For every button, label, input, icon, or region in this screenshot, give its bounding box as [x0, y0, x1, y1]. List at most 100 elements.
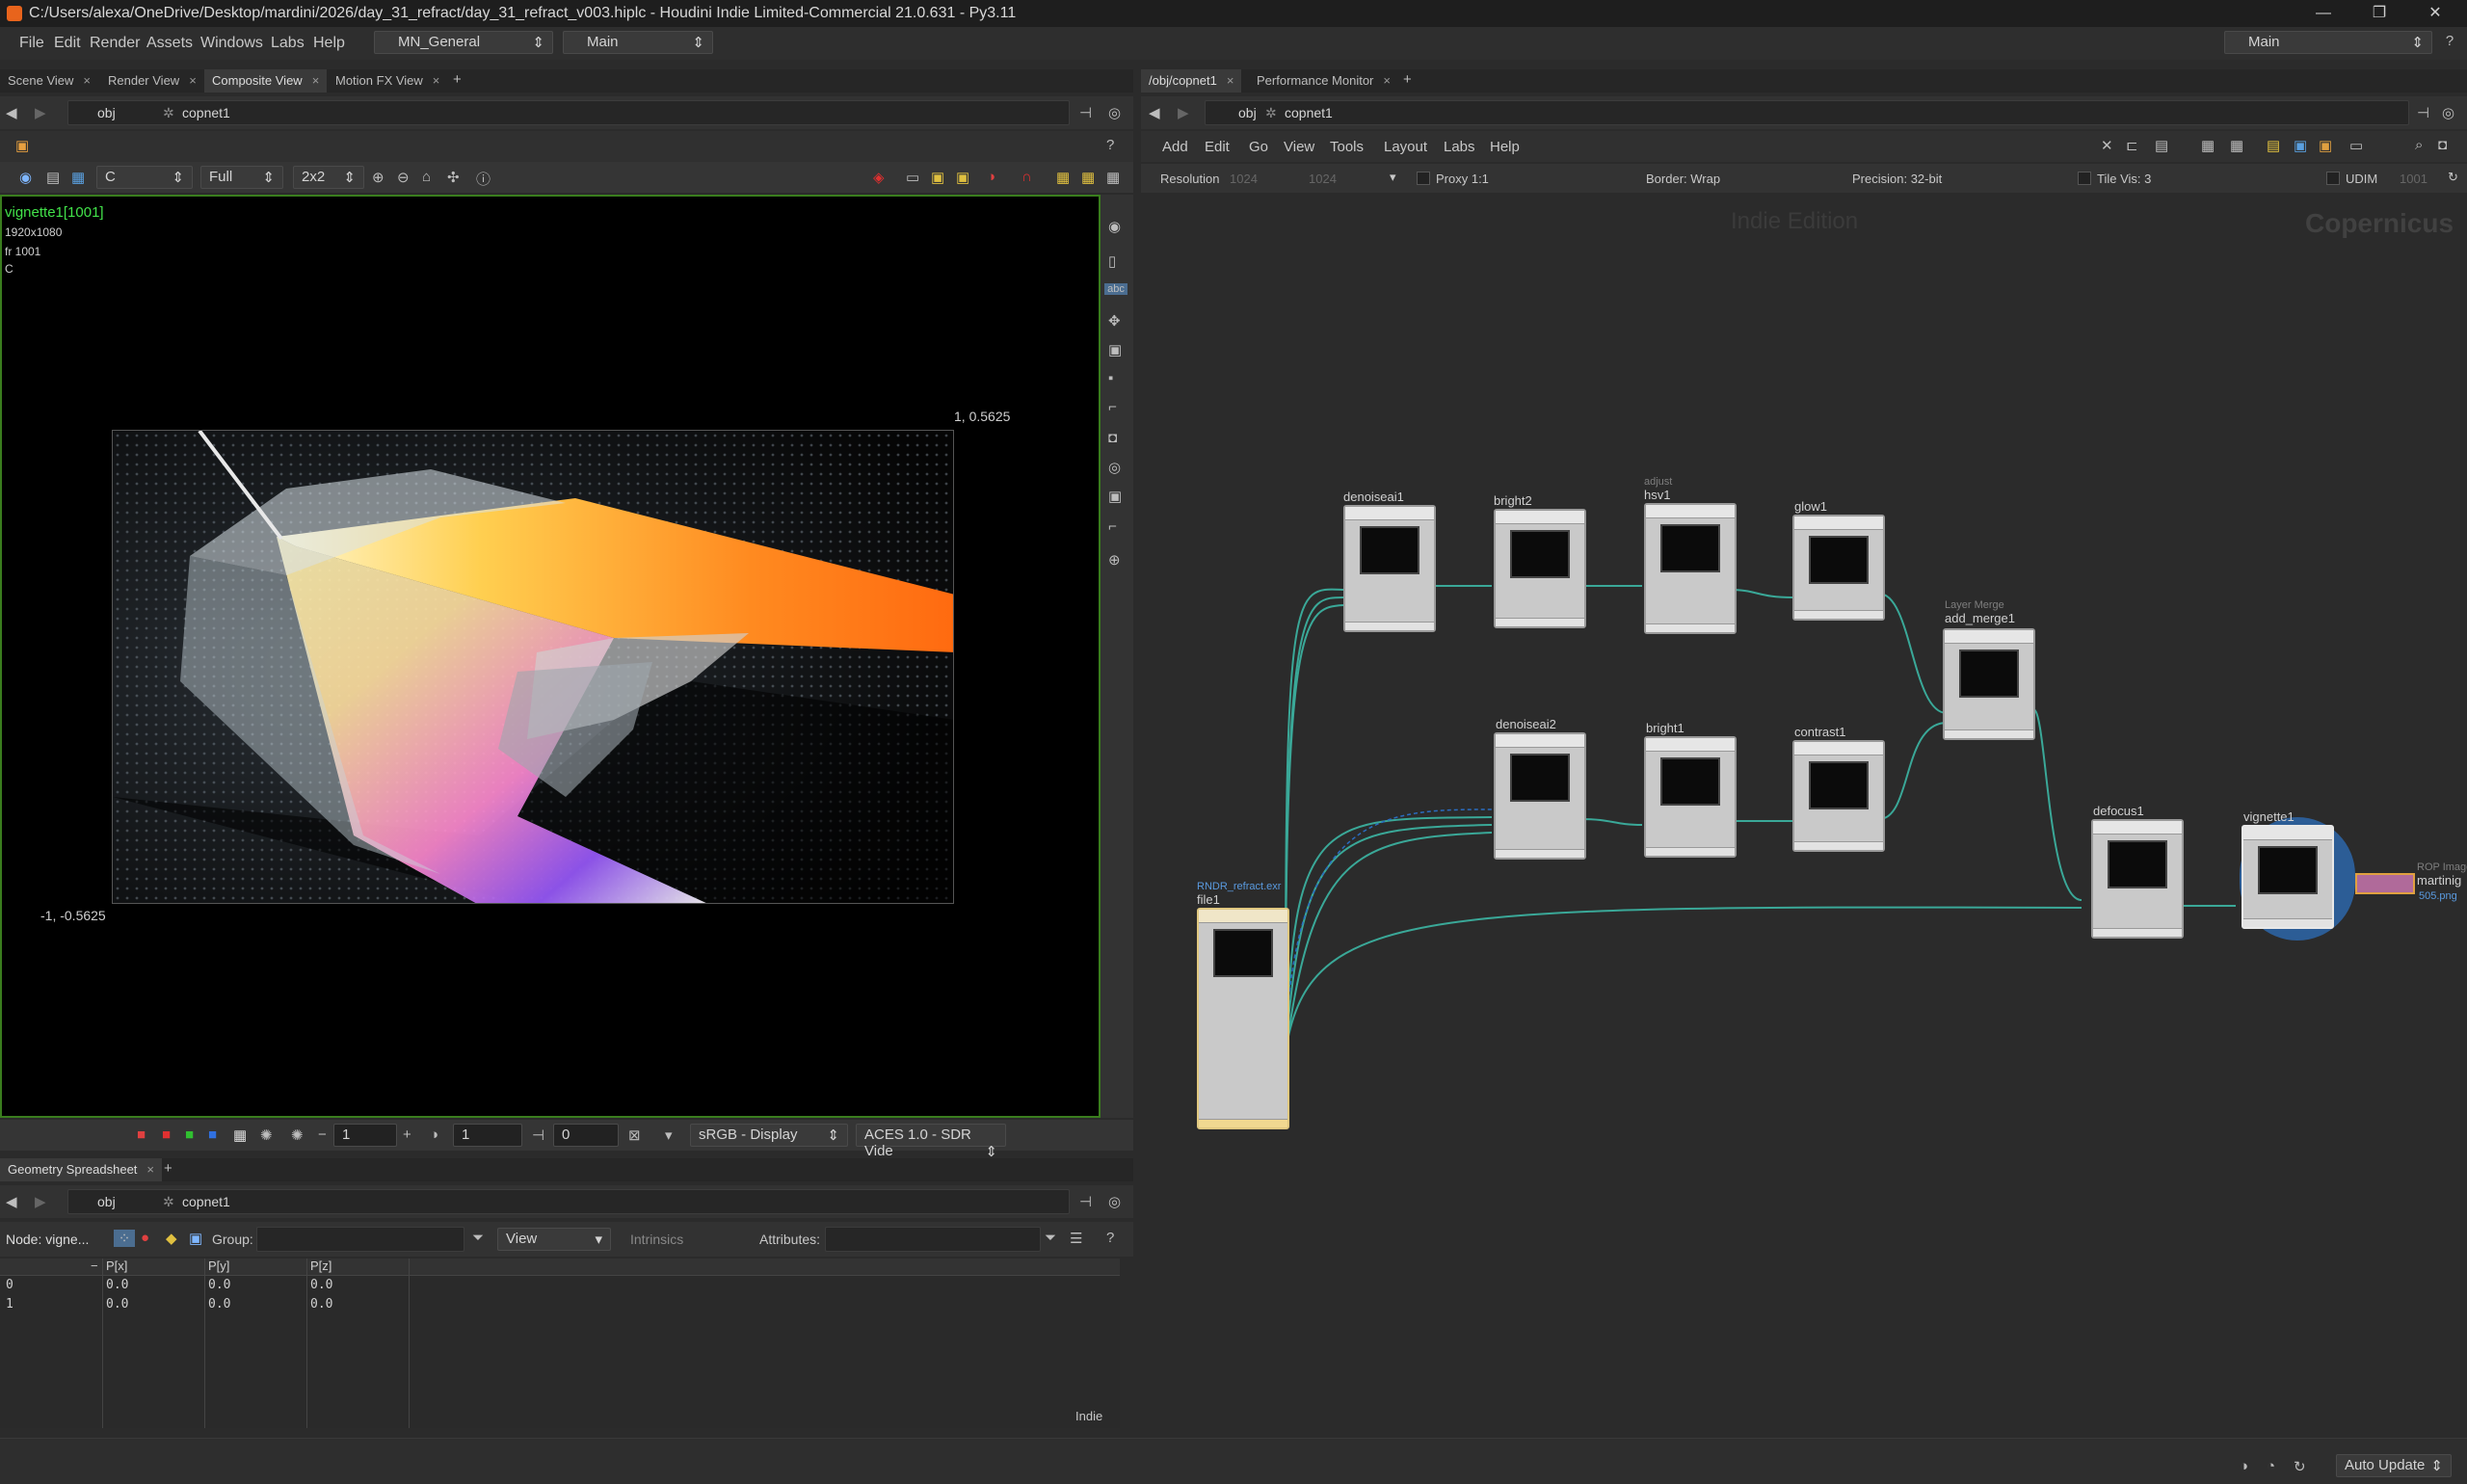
resolution-width[interactable]: 1024 — [1230, 172, 1258, 186]
path-root[interactable]: obj — [97, 1194, 116, 1209]
network-box-icon[interactable]: ▣ — [2319, 137, 2332, 154]
close-icon[interactable]: × — [312, 73, 320, 88]
col-header-px[interactable]: P[x] — [106, 1259, 127, 1273]
frame-field[interactable]: 0 — [553, 1124, 619, 1147]
link-icon[interactable]: ◎ — [1108, 104, 1121, 121]
guide-icon[interactable]: ▭ — [906, 169, 919, 186]
minimize-icon[interactable]: — — [2313, 3, 2334, 24]
net-menu-edit[interactable]: Edit — [1205, 139, 1230, 155]
path-node[interactable]: copnet1 — [182, 1194, 230, 1209]
search-icon[interactable]: ⌕ — [2415, 137, 2423, 153]
close-icon[interactable]: ✕ — [2425, 3, 2446, 24]
tiles-select[interactable]: 2x2 ⇕ — [293, 166, 364, 189]
display-select[interactable]: sRGB - Display ⇕ — [690, 1124, 848, 1147]
region-icon[interactable]: ▪ — [1108, 370, 1113, 386]
spreadsheet-help-icon[interactable]: ? — [1106, 1230, 1114, 1246]
back-arrow-icon[interactable]: ◀ — [6, 1193, 17, 1210]
crop-icon[interactable]: ▣ — [1108, 341, 1122, 358]
precision-label[interactable]: Precision: 32-bit — [1852, 172, 1942, 186]
net-menu-help[interactable]: Help — [1490, 139, 1520, 155]
node-bright1[interactable] — [1644, 736, 1737, 858]
back-arrow-icon[interactable]: ◀ — [1149, 104, 1160, 121]
pin-icon[interactable]: ⊣ — [2417, 104, 2429, 121]
tilevis-checkbox[interactable] — [2078, 172, 2091, 185]
green-channel-icon[interactable]: ■ — [185, 1126, 194, 1143]
pin-icon[interactable]: ⊣ — [1079, 1193, 1092, 1210]
node-contrast1[interactable] — [1792, 740, 1885, 852]
node-vignette1[interactable] — [2242, 825, 2334, 929]
help-icon[interactable]: ? — [2438, 33, 2461, 49]
refresh-icon[interactable]: ↻ — [2448, 170, 2458, 185]
link-icon[interactable]: ◎ — [2442, 104, 2454, 121]
close-icon[interactable]: × — [189, 73, 197, 88]
exposure-plus-icon[interactable]: + — [403, 1126, 411, 1143]
menu-labs[interactable]: Labs — [271, 35, 305, 52]
move-icon[interactable]: ✥ — [1108, 312, 1121, 330]
link-icon[interactable]: ◎ — [1108, 1193, 1121, 1210]
net-menu-add[interactable]: Add — [1162, 139, 1188, 155]
image-tool-icon[interactable]: ▦ — [71, 169, 85, 186]
frame-icon[interactable]: ✣ — [447, 169, 460, 186]
proxy-checkbox[interactable] — [1417, 172, 1430, 185]
red-channel-icon[interactable]: ■ — [162, 1126, 171, 1143]
network-editor[interactable]: Indie Edition Copernicus denoiseai1 brig… — [1141, 193, 2467, 1438]
vertices-mode-icon[interactable]: ● — [141, 1230, 149, 1246]
exposure-icon[interactable]: ✺ — [260, 1126, 273, 1144]
alpha-channel-icon[interactable]: ▦ — [233, 1126, 247, 1144]
close-icon[interactable]: × — [1383, 73, 1391, 88]
node-file1[interactable] — [1197, 908, 1289, 1129]
node-rop-image[interactable] — [2355, 873, 2415, 894]
camera-icon[interactable]: ◘ — [2438, 137, 2447, 153]
resolution-select[interactable]: Full ⇕ — [200, 166, 283, 189]
network-status-icon[interactable]: ◑ — [2240, 1458, 2248, 1474]
menu-assets[interactable]: Assets — [146, 35, 193, 52]
tab-render-view[interactable]: Render View × — [100, 69, 204, 93]
restore-icon[interactable]: ❐ — [2369, 3, 2390, 24]
camera-icon[interactable]: ◘ — [1108, 430, 1117, 446]
col-header-pz[interactable]: P[z] — [310, 1259, 332, 1273]
sync-icon[interactable]: ↻ — [2294, 1458, 2306, 1475]
forward-arrow-icon[interactable]: ▶ — [35, 1193, 46, 1210]
safe-area-icon[interactable]: ▣ — [956, 169, 969, 186]
spreadsheet-table[interactable]: − P[x] P[y] P[z] 0 0.0 0.0 0.0 1 0.0 0.0… — [0, 1259, 1120, 1428]
zoom-out-icon[interactable]: ⊖ — [397, 169, 410, 186]
context-select[interactable]: Main ⇕ — [563, 31, 713, 54]
net-menu-view[interactable]: View — [1284, 139, 1314, 155]
overlay-icon[interactable]: ▣ — [931, 169, 944, 186]
close-icon[interactable]: × — [146, 1162, 154, 1177]
table-view-icon[interactable]: ▤ — [2155, 137, 2168, 154]
exposure-field[interactable]: 1 — [333, 1124, 397, 1147]
path-root[interactable]: obj — [1238, 105, 1257, 120]
menu-help[interactable]: Help — [313, 35, 345, 52]
checker-icon[interactable]: ◈ — [873, 169, 885, 186]
tree-icon[interactable]: ⊏ — [2126, 137, 2138, 154]
eye-icon[interactable]: ◉ — [1108, 218, 1121, 235]
res-dropdown-icon[interactable]: ▾ — [1390, 170, 1396, 185]
desktop-select[interactable]: MN_General ⇕ — [374, 31, 553, 54]
node-glow1[interactable] — [1792, 515, 1885, 621]
lut-dropdown-icon[interactable]: ▾ — [665, 1126, 673, 1144]
primitives-mode-icon[interactable]: ◆ — [166, 1230, 177, 1247]
right-context-select[interactable]: Main ⇕ — [2224, 31, 2432, 54]
tab-motion-fx-view[interactable]: Motion FX View × — [328, 69, 447, 93]
abc-icon[interactable]: abc — [1104, 283, 1127, 295]
rgb-channel-icon[interactable]: ■ — [137, 1126, 146, 1143]
path-root[interactable]: obj — [97, 105, 116, 120]
pin-icon[interactable]: ⊣ — [1079, 104, 1092, 121]
ruler-icon[interactable]: ⌐ — [1108, 399, 1117, 415]
image-icon[interactable]: ▣ — [2294, 137, 2307, 154]
tab-performance-monitor[interactable]: Performance Monitor × — [1249, 69, 1398, 93]
attr-filter-icon[interactable]: ⏷ — [1045, 1230, 1056, 1246]
list-view-icon[interactable]: ▦ — [2230, 137, 2243, 154]
viewer-help-icon[interactable]: ? — [1106, 137, 1114, 153]
path-field[interactable]: obj ✲ copnet1 — [67, 100, 1070, 125]
select-tool-icon[interactable]: ◉ — [19, 169, 32, 186]
attributes-field[interactable] — [825, 1227, 1041, 1252]
forward-arrow-icon[interactable]: ▶ — [1178, 104, 1189, 121]
menu-windows[interactable]: Windows — [200, 35, 263, 52]
gamma-icon[interactable]: ✺ — [291, 1126, 304, 1144]
net-menu-layout[interactable]: Layout — [1384, 139, 1427, 155]
folder-icon[interactable]: ▭ — [2349, 137, 2363, 154]
layout-grid-icon[interactable]: ▦ — [1081, 169, 1095, 186]
snapshot-side-icon[interactable]: ▯ — [1108, 252, 1116, 270]
